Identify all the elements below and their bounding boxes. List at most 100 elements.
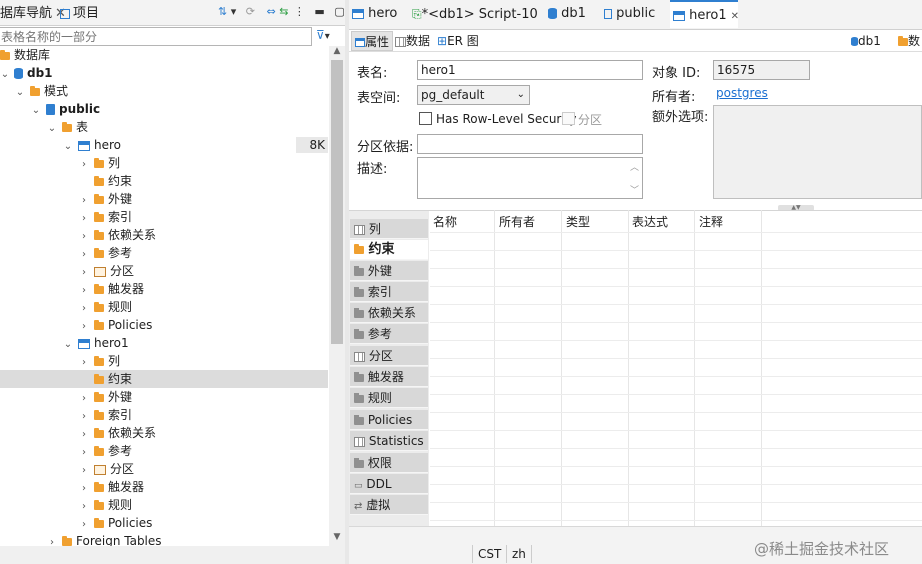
column-header-owner[interactable]: 所有者 (499, 213, 535, 230)
owner-link[interactable]: postgres (716, 86, 768, 100)
folder-icon (94, 445, 104, 456)
filter-input[interactable] (0, 27, 312, 46)
tree-hero-references[interactable]: › 参考 (0, 244, 328, 262)
description-textarea[interactable]: ︿ ﹀ (417, 157, 643, 199)
tree-hero-triggers[interactable]: › 触发器 (0, 280, 328, 298)
tree-hero1-foreign-keys[interactable]: › 外键 (0, 388, 328, 406)
permissions-icon (354, 457, 364, 468)
side-tab-policies[interactable]: Policies (350, 410, 428, 430)
tab-script-10[interactable]: ⎘*<db1> Script-10 (412, 0, 538, 28)
scroll-up-icon[interactable]: ▲ (329, 46, 345, 60)
table-name-input[interactable]: hero1 (417, 60, 643, 80)
side-tab-virtual[interactable]: ⇄ 虚拟 (350, 495, 428, 515)
grid-divider (561, 210, 562, 526)
partition-by-input[interactable] (417, 134, 643, 154)
grid-row-line (430, 340, 922, 341)
tree-hero1[interactable]: ⌄ hero1 (0, 334, 328, 352)
side-tab-indexes[interactable]: 索引 (350, 282, 428, 302)
tree-hero-dependencies[interactable]: › 依赖关系 (0, 226, 328, 244)
column-header-comment[interactable]: 注释 (699, 213, 723, 230)
tree-hero1-partitions[interactable]: › 分区 (0, 460, 328, 478)
tree-hero-partitions[interactable]: › 分区 (0, 262, 328, 280)
tree-hero1-triggers[interactable]: › 触发器 (0, 478, 328, 496)
close-icon[interactable]: ✕ (731, 11, 739, 22)
column-header-name[interactable]: 名称 (433, 213, 457, 230)
side-tab-ddl[interactable]: ▭ DDL (350, 474, 428, 494)
watermark: @稀土掘金技术社区 (754, 540, 890, 558)
scroll-down-icon[interactable]: ▼ (329, 532, 345, 546)
tree-hero-columns[interactable]: › 列 (0, 154, 328, 172)
grid-row-line (430, 520, 922, 521)
folder-icon (94, 157, 104, 168)
side-tab-statistics[interactable]: Statistics (350, 431, 428, 451)
extra-options-box[interactable] (713, 105, 922, 199)
tree-scrollbar[interactable]: ▲ ▼ (329, 46, 345, 546)
tree-tables[interactable]: ⌄ 表 (0, 118, 328, 136)
filter-config-icon[interactable]: ⊽▾ (316, 28, 330, 42)
tree-hero1-policies[interactable]: › Policies (0, 514, 328, 532)
tree-hero[interactable]: ⌄ hero 8K (0, 136, 328, 154)
tree-hero-indexes[interactable]: › 索引 (0, 208, 328, 226)
partition-icon (94, 266, 106, 277)
tree-hero-foreign-keys[interactable]: › 外键 (0, 190, 328, 208)
tablespace-select[interactable]: pg_default ⌄ (417, 85, 530, 105)
maximize-icon[interactable]: ▢ (334, 5, 344, 18)
grid-row-line (430, 502, 922, 503)
grid-row-line (430, 484, 922, 485)
ddl-icon: ▭ (354, 481, 363, 491)
tab-public[interactable]: public (604, 0, 655, 28)
scroll-thumb[interactable] (331, 60, 343, 344)
tree-hero1-constraints[interactable]: 约束 (0, 370, 328, 388)
properties-icon (355, 38, 365, 47)
tab-projects[interactable]: 项目 (60, 4, 99, 24)
tree-hero-rules[interactable]: › 规则 (0, 298, 328, 316)
column-header-expression[interactable]: 表达式 (632, 213, 668, 230)
side-tab-triggers[interactable]: 触发器 (350, 367, 428, 387)
link-icon[interactable]: ⇅ (218, 5, 227, 18)
tree-public[interactable]: ⌄ public (0, 100, 328, 118)
grid-row-line (430, 412, 922, 413)
tab-hero[interactable]: hero (352, 0, 397, 28)
tree-hero1-dependencies[interactable]: › 依赖关系 (0, 424, 328, 442)
subtab-er-diagram[interactable]: ⊞ER 图 (437, 31, 479, 51)
side-tab-constraints[interactable]: 约束 (350, 240, 428, 260)
breadcrumb-db1[interactable]: db1 (851, 31, 881, 51)
side-tab-partitions[interactable]: 分区 (350, 346, 428, 366)
minimize-icon[interactable]: ▬ (314, 5, 324, 18)
tree-hero1-indexes[interactable]: › 索引 (0, 406, 328, 424)
side-tab-references[interactable]: 参考 (350, 324, 428, 344)
side-tab-permissions[interactable]: 权限 (350, 453, 428, 473)
tree-hero-policies[interactable]: › Policies (0, 316, 328, 334)
tab-hero1[interactable]: hero1 ✕ (670, 0, 739, 28)
columns-icon (354, 224, 365, 235)
tree-hero1-columns[interactable]: › 列 (0, 352, 328, 370)
folder-icon (94, 319, 104, 330)
side-tab-rules[interactable]: 规则 (350, 388, 428, 408)
column-header-type[interactable]: 类型 (566, 213, 590, 230)
breadcrumb-schema[interactable]: 数 (898, 31, 922, 51)
scroll-down-icon[interactable]: ﹀ (630, 183, 639, 196)
side-tab-foreign-keys[interactable]: 外键 (350, 261, 428, 281)
tree-hero1-rules[interactable]: › 规则 (0, 496, 328, 514)
tree-schemas[interactable]: ⌄ 模式 (0, 82, 328, 100)
tab-db1[interactable]: db1 (548, 0, 586, 28)
scroll-up-icon[interactable]: ︿ (630, 160, 639, 173)
left-hscroll[interactable] (0, 546, 345, 564)
collapse-icon[interactable]: ⇔ (266, 5, 275, 18)
dropdown-icon[interactable]: ▾ (231, 5, 237, 18)
side-tab-columns[interactable]: 列 (350, 219, 428, 239)
tab-db-navigator[interactable]: 据库导航 ✕ (0, 4, 66, 24)
tree-db1[interactable]: ⌄ db1 (0, 64, 328, 82)
tree-databases[interactable]: 数据库 (0, 46, 328, 64)
rls-checkbox[interactable] (419, 112, 432, 125)
subtab-data[interactable]: 数据 (395, 31, 430, 51)
subtab-properties[interactable]: 属性 (351, 31, 394, 51)
refresh-icon[interactable]: ⟳ (246, 5, 255, 18)
tree-hero1-references[interactable]: › 参考 (0, 442, 328, 460)
side-tab-dependencies[interactable]: 依赖关系 (350, 303, 428, 323)
grid-row-line (430, 268, 922, 269)
tree-hero-constraints[interactable]: 约束 (0, 172, 328, 190)
table-icon (78, 140, 90, 151)
sync-icon[interactable]: ⇆ (279, 5, 288, 18)
more-icon[interactable]: ⋮ (294, 5, 305, 18)
